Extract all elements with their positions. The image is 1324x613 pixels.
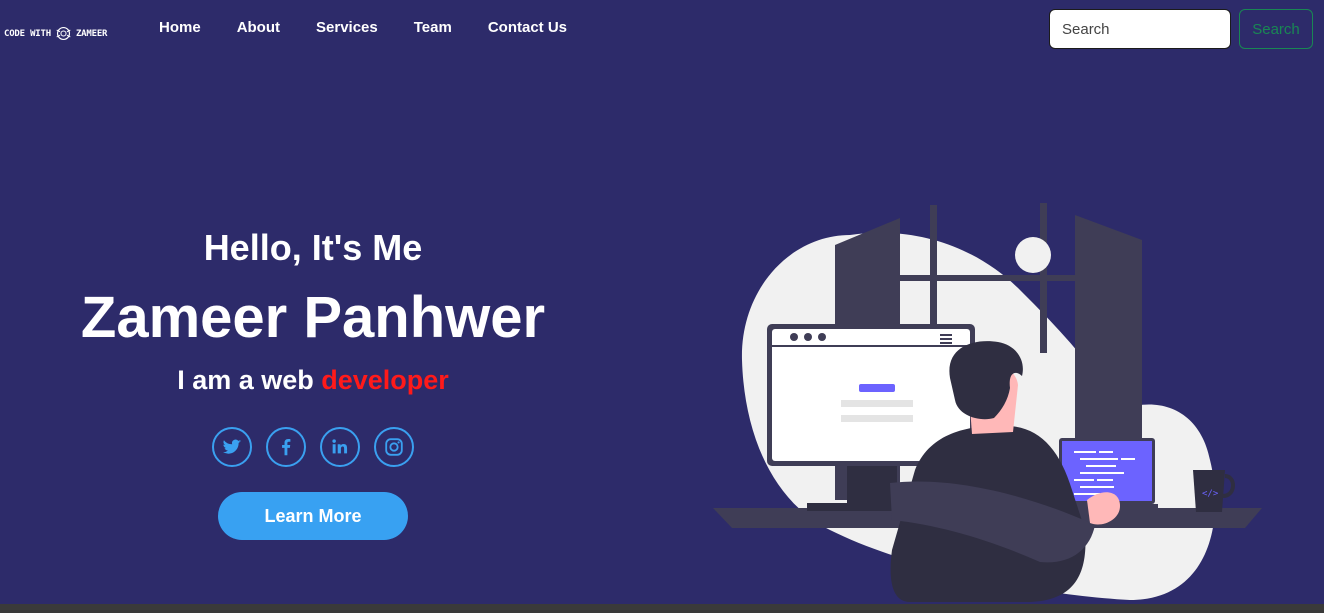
learn-more-button[interactable]: Learn More <box>218 492 408 540</box>
nav-link-home[interactable]: Home <box>159 19 201 36</box>
linkedin-icon <box>332 439 348 454</box>
navbar: CODE WITH ZAMEER Home About Services Tea… <box>0 0 1324 62</box>
twitter-link[interactable] <box>212 427 252 467</box>
search-input[interactable] <box>1049 9 1231 49</box>
instagram-icon <box>385 438 403 456</box>
svg-text:</>: </> <box>1202 489 1219 499</box>
nav-link-contact[interactable]: Contact Us <box>488 19 567 36</box>
brand-logo[interactable]: CODE WITH ZAMEER <box>4 25 107 42</box>
hero-role: I am a web developer <box>40 360 586 400</box>
brand-emblem-icon <box>56 26 71 41</box>
hero-text: Hello, It's Me Zameer Panhwer I am a web… <box>40 222 586 400</box>
linkedin-link[interactable] <box>320 427 360 467</box>
nav-link-services[interactable]: Services <box>316 19 378 36</box>
twitter-icon <box>222 439 242 454</box>
hero-name: Zameer Panhwer <box>80 285 546 350</box>
social-links <box>212 427 414 467</box>
page: CODE WITH ZAMEER Home About Services Tea… <box>0 0 1324 613</box>
brand-text-right: ZAMEER <box>75 28 108 39</box>
facebook-icon <box>282 439 291 456</box>
hero-greeting: Hello, It's Me <box>203 227 423 268</box>
nav-link-about[interactable]: About <box>237 19 280 36</box>
brand-text-left: CODE WITH <box>4 28 51 39</box>
nav-links: Home About Services Team Contact Us <box>159 19 603 36</box>
hero-role-prefix: I am a web <box>177 365 322 395</box>
nav-link-team[interactable]: Team <box>414 19 452 36</box>
instagram-link[interactable] <box>374 427 414 467</box>
search-button[interactable]: Search <box>1239 9 1313 49</box>
developer-illustration: </> <box>713 203 1262 602</box>
bottom-strip <box>0 604 1324 613</box>
facebook-link[interactable] <box>266 427 306 467</box>
hero-role-highlight: developer <box>321 365 449 395</box>
